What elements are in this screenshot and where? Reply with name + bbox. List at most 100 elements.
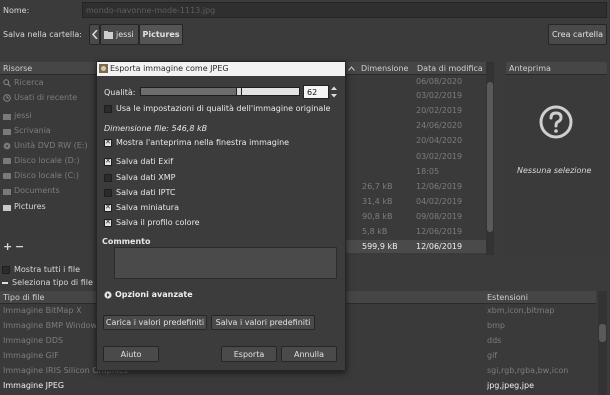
option-check[interactable] (104, 157, 112, 166)
preview-empty-text: Nessuna selezione (517, 166, 592, 175)
cancel-label: Annulla (293, 349, 325, 359)
cancel-button[interactable]: Annulla (281, 346, 337, 362)
export-button[interactable]: Esporta (221, 346, 277, 362)
option-save-color-profile[interactable]: Salva il profilo colore (104, 218, 200, 227)
file-size: 90,8 kB (362, 212, 393, 221)
create-folder-button[interactable]: Crea cartella (548, 24, 607, 45)
file-type-ext: xbm,icon,bitmap (487, 306, 555, 315)
file-size: 31,4 kB (362, 197, 393, 206)
quality-spinbox[interactable]: 62 (303, 85, 329, 99)
option-label: Salva dati IPTC (116, 188, 176, 197)
search-icon (3, 79, 11, 87)
option-check[interactable] (104, 173, 112, 182)
file-row[interactable]: 24/06/2020 (346, 119, 486, 132)
place-desktop[interactable]: Scrivania (3, 125, 83, 137)
file-type-ext: jpg,jpeg,jpe (487, 381, 534, 390)
place-drive-d[interactable]: Disco locale (D:) (3, 155, 83, 167)
advanced-options-expander[interactable]: Opzioni avanzate (104, 290, 193, 299)
file-list-scrollbar-thumb[interactable] (487, 82, 493, 232)
option-check[interactable] (104, 188, 112, 197)
file-date: 03/02/2019 (416, 91, 463, 100)
remove-place-button[interactable]: − (15, 240, 24, 253)
file-row[interactable]: 20/02/2019 (346, 104, 486, 117)
column-size-label: Dimensione (361, 64, 409, 73)
places-header-label: Risorse (3, 64, 33, 73)
option-save-thumbnail[interactable]: Salva miniatura (104, 203, 179, 212)
breadcrumb-jessi-label: jessi (116, 30, 134, 39)
quality-slider-handle[interactable] (236, 87, 242, 96)
quality-slider-fill (141, 88, 239, 95)
select-file-type-expander[interactable]: Seleziona tipo di file (2, 278, 93, 287)
option-show-preview[interactable]: Mostra l'anteprima nella finestra immagi… (104, 138, 289, 147)
use-original-quality-label: Usa le impostazioni di qualità dell'imma… (116, 104, 331, 113)
dialog-titlebar[interactable]: Esporta immagine come JPEG (97, 62, 345, 76)
option-save-exif[interactable]: Salva dati Exif (104, 157, 173, 166)
place-recent[interactable]: Usati di recente (3, 92, 83, 104)
comment-textarea[interactable] (114, 247, 337, 279)
file-type-ext: dds (487, 336, 502, 345)
option-save-xmp[interactable]: Salva dati XMP (104, 173, 175, 182)
place-drive-c[interactable]: Disco locale (C:) (3, 170, 83, 182)
file-type-ext: bmp (487, 321, 505, 330)
breadcrumb-jessi[interactable]: jessi (100, 24, 139, 45)
use-original-quality-check[interactable] (104, 104, 112, 113)
place-search[interactable]: Ricerca (3, 77, 83, 89)
load-defaults-button[interactable]: Carica i valori predefiniti (103, 315, 207, 330)
place-label: Disco locale (D:) (14, 156, 80, 165)
file-row[interactable]: 90,8 kB 09/08/2019 (346, 210, 486, 223)
file-type-row-selected[interactable]: Immagine JPEG jpg,jpeg,jpe (0, 379, 596, 392)
save-defaults-label: Salva i valori predefiniti (215, 318, 311, 327)
file-row[interactable]: 20/04/2020 (346, 134, 486, 147)
file-row-selected[interactable]: 599,9 kB 12/06/2019 (346, 240, 486, 253)
file-row[interactable]: 31,4 kB 04/02/2019 (346, 195, 486, 208)
place-dvd[interactable]: Unità DVD RW (E:) (3, 140, 88, 152)
breadcrumb-pictures[interactable]: Pictures (139, 24, 183, 45)
column-header-date[interactable]: Data di modifica (414, 62, 486, 75)
breadcrumb-back-button[interactable] (89, 24, 100, 45)
file-row[interactable]: 03/02/2019 (346, 89, 486, 102)
place-label: Pictures (14, 202, 46, 211)
file-row[interactable]: 06/08/2020 (346, 75, 486, 88)
file-row[interactable]: 03/02/2019 (346, 150, 486, 163)
export-label: Esporta (233, 349, 265, 359)
file-list: 06/08/2020 03/02/2019 20/02/2019 24/06/2… (346, 75, 486, 255)
advanced-options-label: Opzioni avanzate (115, 290, 193, 299)
quality-spin-arrows[interactable] (330, 85, 338, 99)
place-jessi[interactable]: jessi (3, 110, 83, 122)
option-save-iptc[interactable]: Salva dati IPTC (104, 188, 175, 197)
place-documents[interactable]: Documents (3, 185, 83, 197)
option-label: Mostra l'anteprima nella finestra immagi… (116, 138, 290, 147)
place-pictures[interactable]: Pictures (3, 201, 83, 213)
file-size: 5,8 kB (362, 227, 388, 236)
use-original-quality-checkbox[interactable]: Usa le impostazioni di qualità dell'imma… (104, 104, 330, 113)
file-row[interactable]: 5,8 kB 12/06/2019 (346, 225, 486, 238)
show-all-files-check[interactable] (2, 265, 10, 274)
folder-icon (3, 204, 11, 211)
drive-icon (3, 173, 11, 179)
option-check[interactable] (104, 218, 112, 227)
file-row[interactable]: 26,7 kB 12/06/2019 (346, 180, 486, 193)
file-date: 12/06/2019 (416, 182, 463, 191)
file-row[interactable]: 18:05 (346, 165, 486, 178)
extensions-header[interactable]: Estensioni (484, 291, 596, 304)
quality-label: Qualità: (104, 88, 136, 97)
file-date: 09/08/2019 (416, 212, 463, 221)
file-type-scrollbar-thumb[interactable] (599, 324, 606, 342)
file-date: 20/02/2019 (416, 106, 463, 115)
option-check[interactable] (104, 203, 112, 212)
name-input-value: mondo-navonne-mode-1113.jpg (86, 6, 216, 15)
option-label: Salva miniatura (116, 203, 179, 212)
add-place-button[interactable]: + (3, 240, 12, 253)
breadcrumb-pictures-label: Pictures (142, 30, 180, 39)
file-list-scrollbar[interactable] (486, 62, 494, 255)
column-header-size[interactable]: Dimensione (358, 62, 414, 75)
show-all-files-checkbox[interactable]: Mostra tutti i file (2, 265, 80, 274)
save-defaults-button[interactable]: Salva i valori predefiniti (211, 315, 315, 330)
name-input[interactable]: mondo-navonne-mode-1113.jpg (82, 2, 607, 18)
optical-drive-icon (3, 142, 11, 150)
file-date: 03/02/2019 (416, 152, 463, 161)
file-type-scrollbar[interactable] (598, 291, 607, 395)
quality-slider[interactable] (140, 87, 300, 96)
help-button[interactable]: Aiuto (103, 346, 159, 362)
option-check[interactable] (104, 138, 112, 147)
